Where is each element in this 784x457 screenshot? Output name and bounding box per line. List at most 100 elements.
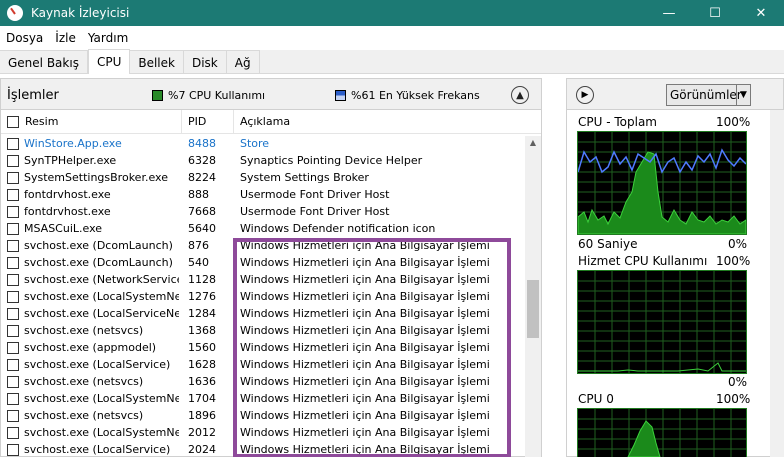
process-checkbox[interactable]	[7, 444, 19, 456]
process-row[interactable]: svchost.exe (LocalService) 1628 Windows Hi…	[1, 357, 525, 374]
window-controls: — ☐ ✕	[646, 0, 784, 26]
process-row[interactable]: SystemSettingsBroker.exe 8224 System Setti…	[1, 170, 525, 187]
process-description: Windows Hizmetleri için Ana Bilgisayar İ…	[240, 324, 490, 337]
column-divider[interactable]	[181, 110, 182, 134]
processes-title: İşlemler	[7, 88, 59, 103]
process-list-scrollbar[interactable]: ▲	[525, 136, 541, 457]
menu-monitor[interactable]: İzle	[49, 31, 82, 45]
process-checkbox[interactable]	[7, 359, 19, 371]
chevron-down-icon[interactable]: ▼	[736, 85, 750, 105]
process-row[interactable]: svchost.exe (DcomLaunch) 540 Windows Hizme…	[1, 255, 525, 272]
cpu-usage-indicator: %7 CPU Kullanımı	[152, 89, 265, 102]
process-pid: 8224	[188, 171, 216, 184]
process-checkbox[interactable]	[7, 189, 19, 201]
process-checkbox[interactable]	[7, 155, 19, 167]
process-row[interactable]: svchost.exe (LocalServiceNet... 1284 Windo…	[1, 306, 525, 323]
tab-bar: Genel Bakış CPU Bellek Disk Ağ	[0, 49, 784, 74]
graph-title-cpu0: CPU 0	[578, 392, 614, 406]
process-checkbox[interactable]	[7, 274, 19, 286]
process-row[interactable]: svchost.exe (DcomLaunch) 876 Windows Hizme…	[1, 238, 525, 255]
process-description: Windows Defender notification icon	[240, 222, 436, 235]
chevron-right-icon[interactable]: ▶	[576, 86, 594, 104]
tab-memory[interactable]: Bellek	[130, 50, 184, 74]
views-dropdown-label: Görünümler	[670, 88, 742, 102]
process-row[interactable]: fontdrvhost.exe 7668 Usermode Font Driver …	[1, 204, 525, 221]
processes-panel-header[interactable]: İşlemler %7 CPU Kullanımı %61 En Yüksek …	[1, 79, 541, 110]
column-divider[interactable]	[233, 110, 234, 134]
graphs-panel: ▶ Görünümler ▼ CPU - Toplam 100% 60 Sani…	[566, 78, 784, 457]
graphs-scrollbar[interactable]	[770, 110, 784, 457]
column-header-description[interactable]: Açıklama	[240, 115, 290, 128]
tab-network[interactable]: Ağ	[226, 50, 260, 74]
process-image-name: fontdrvhost.exe	[24, 205, 111, 218]
process-pid: 8488	[188, 137, 216, 150]
graph-max-service-cpu: 100%	[716, 254, 751, 268]
process-pid: 1628	[188, 358, 216, 371]
process-row[interactable]: svchost.exe (appmodel) 1560 Windows Hizmet…	[1, 340, 525, 357]
process-checkbox[interactable]	[7, 172, 19, 184]
tab-disk[interactable]: Disk	[183, 50, 227, 74]
tab-cpu[interactable]: CPU	[87, 49, 131, 74]
maximize-button[interactable]: ☐	[692, 0, 738, 26]
process-checkbox[interactable]	[7, 240, 19, 252]
process-checkbox[interactable]	[7, 291, 19, 303]
process-checkbox[interactable]	[7, 138, 19, 150]
menu-help[interactable]: Yardım	[82, 31, 134, 45]
process-row[interactable]: svchost.exe (LocalService) 2024 Windows Hi…	[1, 442, 525, 457]
cpu-usage-swatch	[152, 90, 163, 101]
column-header-pid[interactable]: PID	[188, 115, 206, 128]
process-image-name: svchost.exe (netsvcs)	[24, 324, 144, 337]
process-pid: 2012	[188, 426, 216, 439]
process-checkbox[interactable]	[7, 308, 19, 320]
process-checkbox[interactable]	[7, 427, 19, 439]
select-all-checkbox[interactable]	[7, 116, 19, 128]
process-row[interactable]: WinStore.App.exe 8488 Store	[1, 136, 525, 153]
process-image-name: svchost.exe (LocalService)	[24, 358, 171, 371]
process-image-name: WinStore.App.exe	[24, 137, 122, 150]
process-row[interactable]: svchost.exe (netsvcs) 1368 Windows Hizmetl…	[1, 323, 525, 340]
process-row[interactable]: svchost.exe (LocalSystemNet... 1704 Window…	[1, 391, 525, 408]
process-checkbox[interactable]	[7, 257, 19, 269]
max-frequency-indicator: %61 En Yüksek Frekans	[335, 89, 480, 102]
process-pid: 1128	[188, 273, 216, 286]
process-checkbox[interactable]	[7, 410, 19, 422]
menu-file[interactable]: Dosya	[0, 31, 49, 45]
cpu0-graph	[577, 408, 747, 457]
process-checkbox[interactable]	[7, 342, 19, 354]
graph-title-cpu-total: CPU - Toplam	[578, 115, 657, 129]
process-row[interactable]: svchost.exe (LocalSystemNet... 1276 Window…	[1, 289, 525, 306]
process-image-name: svchost.exe (LocalSystemNet...	[24, 392, 179, 405]
minimize-button[interactable]: —	[646, 0, 692, 26]
process-row[interactable]: svchost.exe (LocalSystemNet... 2012 Window…	[1, 425, 525, 442]
process-checkbox[interactable]	[7, 376, 19, 388]
scroll-thumb[interactable]	[527, 280, 539, 338]
process-description: Windows Hizmetleri için Ana Bilgisayar İ…	[240, 273, 490, 286]
process-checkbox[interactable]	[7, 393, 19, 405]
process-row[interactable]: MSASCuiL.exe 5640 Windows Defender notific…	[1, 221, 525, 238]
process-pid: 1704	[188, 392, 216, 405]
title-bar: Kaynak İzleyicisi — ☐ ✕	[0, 0, 784, 26]
process-checkbox[interactable]	[7, 325, 19, 337]
column-header-image[interactable]: Resim	[25, 115, 58, 128]
process-description: Windows Hizmetleri için Ana Bilgisayar İ…	[240, 290, 490, 303]
chevron-up-icon[interactable]: ▲	[511, 86, 529, 104]
tab-overview[interactable]: Genel Bakış	[0, 50, 88, 74]
scroll-up-arrow-icon[interactable]: ▲	[525, 136, 541, 150]
process-row[interactable]: svchost.exe (netsvcs) 1636 Windows Hizmetl…	[1, 374, 525, 391]
process-description: Windows Hizmetleri için Ana Bilgisayar İ…	[240, 358, 490, 371]
process-description: Windows Hizmetleri için Ana Bilgisayar İ…	[240, 307, 490, 320]
process-image-name: fontdrvhost.exe	[24, 188, 111, 201]
process-row[interactable]: svchost.exe (NetworkService) 1128 Windows …	[1, 272, 525, 289]
close-button[interactable]: ✕	[738, 0, 784, 26]
process-checkbox[interactable]	[7, 223, 19, 235]
process-pid: 1276	[188, 290, 216, 303]
process-row[interactable]: svchost.exe (netsvcs) 1896 Windows Hizmetl…	[1, 408, 525, 425]
process-image-name: svchost.exe (DcomLaunch)	[24, 239, 173, 252]
graph-max-cpu-total: 100%	[716, 115, 751, 129]
process-row[interactable]: fontdrvhost.exe 888 Usermode Font Driver H…	[1, 187, 525, 204]
process-row[interactable]: SynTPHelper.exe 6328 Synaptics Pointing De…	[1, 153, 525, 170]
max-frequency-text: %61 En Yüksek Frekans	[351, 89, 480, 102]
process-checkbox[interactable]	[7, 206, 19, 218]
process-image-name: svchost.exe (LocalServiceNet...	[24, 307, 179, 320]
views-dropdown[interactable]: Görünümler ▼	[666, 84, 751, 106]
